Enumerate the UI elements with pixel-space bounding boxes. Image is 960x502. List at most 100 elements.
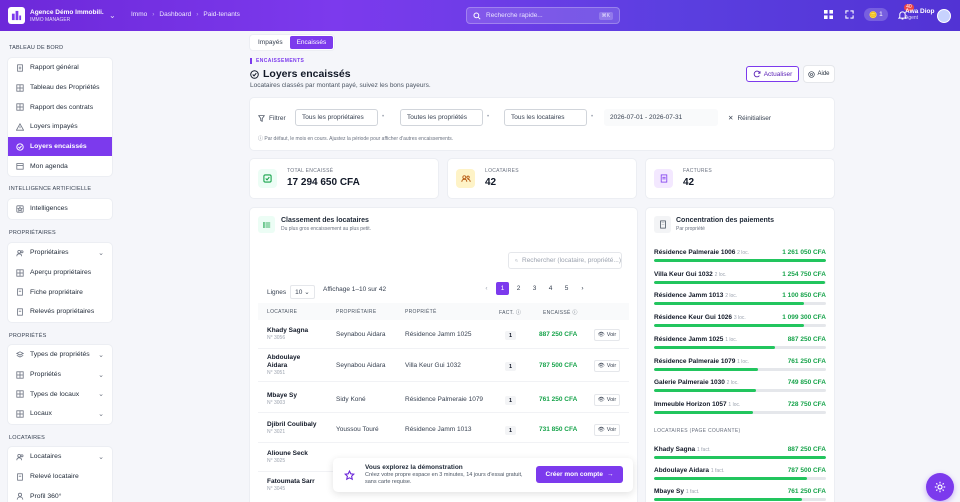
avatar[interactable] — [937, 9, 951, 23]
view-button[interactable]: 👁 Voir — [594, 394, 620, 406]
doc-icon — [16, 308, 24, 316]
sidebar-item-profil-360[interactable]: Profil 360° — [8, 486, 112, 502]
view-button[interactable]: 👁 Voir — [594, 360, 620, 372]
page-button[interactable]: 5 — [560, 282, 573, 295]
sidebar-item-types-locaux[interactable]: Types de locaux ⌄ — [8, 384, 112, 404]
fullscreen-icon[interactable] — [843, 9, 855, 21]
column-header-text: ENCAISSÉ — [543, 310, 571, 316]
next-page-button[interactable]: › — [576, 282, 589, 295]
sidebar-item-fiche-proprietaire[interactable]: Fiche propriétaire — [8, 282, 112, 302]
breadcrumb-item[interactable]: Immo — [131, 11, 147, 18]
sidebar-item-proprietaires[interactable]: Propriétaires ⌄ — [8, 243, 112, 263]
brand[interactable]: Agence Démo Immobili... IMMO MANAGER ⌄ — [0, 0, 122, 31]
concentration-count: 1 fact. — [697, 447, 711, 453]
concentration-row: Mbaye Sy 1 fact. 761 250 CFA — [654, 488, 826, 502]
users-icon — [456, 169, 475, 188]
tenant-name[interactable]: Fatoumata Sarr — [267, 478, 315, 486]
view-label: Voir — [606, 332, 617, 338]
concentration-name-text: Immeuble Horizon 1057 — [654, 400, 727, 408]
tenant-name[interactable]: Abdoulaye Aidara — [267, 354, 307, 370]
search-input[interactable]: Recherche rapide... ⌘K — [466, 7, 620, 24]
column-header[interactable]: PROPRIÉTÉ — [405, 309, 437, 315]
coin-icon: 🪙 — [869, 11, 878, 19]
concentration-title: Concentration des paiements — [676, 217, 775, 224]
sidebar-item-loyers-impayes[interactable]: Loyers impayés — [8, 117, 112, 137]
concentration-bar — [654, 477, 826, 480]
concentration-bar — [654, 498, 826, 501]
concentration-row: Résidence Jamm 1013 2 loc. 1 100 850 CFA — [654, 292, 826, 306]
tab-encaisses[interactable]: Encaissés — [289, 36, 334, 49]
grid-icon — [16, 83, 24, 92]
star-icon — [16, 205, 24, 213]
search-shortcut: ⌘K — [598, 11, 613, 20]
column-header[interactable]: FACT. ⓘ — [499, 309, 521, 316]
user-menu[interactable]: Awa Diop Agent — [905, 8, 935, 22]
page-button[interactable]: 2 — [512, 282, 525, 295]
breadcrumb-item[interactable]: Dashboard — [159, 11, 191, 18]
file-icon — [16, 64, 24, 72]
sidebar-item-apercu-proprietaires[interactable]: Aperçu propriétaires — [8, 263, 112, 283]
sidebar-item-rapport-general[interactable]: Rapport général — [8, 58, 112, 78]
sidebar-item-rapport-contrats[interactable]: Rapport des contrats — [8, 97, 112, 117]
demo-text: Créez votre propre espace en 3 minutes, … — [365, 472, 523, 485]
date-range-input[interactable]: 2026-07-01 - 2026-07-31 — [604, 109, 718, 126]
page-button[interactable]: 1 — [496, 282, 509, 295]
sidebar-item-mon-agenda[interactable]: Mon agenda — [8, 156, 112, 176]
check-icon — [258, 169, 277, 188]
property-select[interactable]: Toutes les propriétés — [400, 109, 483, 126]
sidebar-item-tableau-proprietes[interactable]: Tableau des Propriétés — [8, 78, 112, 98]
view-button[interactable]: 👁 Voir — [594, 424, 620, 436]
reset-button[interactable]: ✕ Réinitialiser — [728, 114, 771, 123]
lines-select[interactable]: 10 ⌄ — [290, 285, 315, 299]
sidebar-group: Rapport général Tableau des Propriétés R… — [8, 58, 112, 177]
sidebar-item-types-proprietes[interactable]: Types de propriétés ⌄ — [8, 345, 112, 365]
sidebar-item-locaux[interactable]: Locaux ⌄ — [8, 404, 112, 424]
tenant-name[interactable]: Mbaye Sy — [267, 392, 297, 400]
settings-fab[interactable] — [926, 473, 954, 501]
sidebar-item-label: Loyers impayés — [30, 123, 78, 131]
sidebar-item-locataires[interactable]: Locataires ⌄ — [8, 447, 112, 467]
concentration-bar — [654, 410, 826, 414]
sidebar-item-releve-locataire[interactable]: Relevé locataire — [8, 467, 112, 487]
table-row[interactable]: Abdoulaye Aidara N° 3051 Seynabou Aidara … — [258, 349, 629, 382]
tenant-name[interactable]: Djibril Coulibaly — [267, 421, 316, 429]
tenant-name-text: Abdoulaye Aidara — [267, 354, 301, 369]
column-header[interactable]: LOCATAIRE — [267, 309, 297, 315]
table-row[interactable]: Khady Sagna N° 3056 Seynabou Aidara Résid… — [258, 322, 629, 349]
page-button[interactable]: 4 — [544, 282, 557, 295]
concentration-count: 2 loc. — [737, 250, 750, 256]
tenant-name[interactable]: Alioune Seck — [267, 450, 308, 458]
sidebar-item-loyers-encaisses[interactable]: Loyers encaissés — [8, 136, 112, 157]
chevron-down-icon: ⌄ — [98, 391, 104, 399]
table-row[interactable]: Mbaye Sy N° 3003 Sidy Koné Résidence Palm… — [258, 382, 629, 413]
concentration-bar — [654, 367, 826, 371]
help-button[interactable]: Aide — [804, 66, 834, 82]
tenant-select[interactable]: Tous les locataires — [504, 109, 587, 126]
column-header[interactable]: PROPRIÉTAIRE — [336, 309, 376, 315]
prev-page-button[interactable]: ‹ — [480, 282, 493, 295]
apps-grid-icon[interactable] — [822, 9, 834, 21]
ranking-search-input[interactable]: Rechercher (locataire, propriété...) — [508, 252, 622, 269]
sidebar-item-label: Relevé locataire — [30, 473, 79, 481]
column-header[interactable]: ENCAISSÉ ⓘ — [543, 309, 578, 316]
concentration-value: 787 500 CFA — [787, 467, 826, 474]
refresh-button[interactable]: Actualiser — [746, 66, 799, 82]
wallet-button[interactable]: 🪙 1 — [864, 8, 888, 21]
concentration-bar-fill — [654, 345, 776, 349]
concentration-row: Abdoulaye Aidara 1 fact. 787 500 CFA — [654, 467, 826, 481]
sidebar-item-proprietes[interactable]: Propriétés ⌄ — [8, 365, 112, 385]
sidebar-item-releves-proprietaires[interactable]: Relevés propriétaires — [8, 302, 112, 322]
create-account-button[interactable]: Créer mon compte → — [536, 466, 623, 483]
sidebar-item-intelligences[interactable]: Intelligences — [8, 199, 112, 219]
info-icon: ⓘ — [515, 310, 522, 316]
tenant-name[interactable]: Khady Sagna — [267, 327, 308, 335]
view-button[interactable]: 👁 Voir — [594, 329, 620, 341]
user-name: Awa Diop — [905, 8, 935, 15]
tab-impayes[interactable]: Impayés — [251, 36, 290, 49]
table-row[interactable]: Djibril Coulibaly N° 3021 Youssou Touré R… — [258, 413, 629, 443]
amount-cell: 887 250 CFA — [539, 331, 578, 338]
sidebar-group: Locataires ⌄ Relevé locataire Profil 360° — [8, 447, 112, 502]
page-button[interactable]: 3 — [528, 282, 541, 295]
tenant-id: N° 3051 — [267, 370, 286, 376]
owner-select[interactable]: Tous les propriétaires — [295, 109, 378, 126]
